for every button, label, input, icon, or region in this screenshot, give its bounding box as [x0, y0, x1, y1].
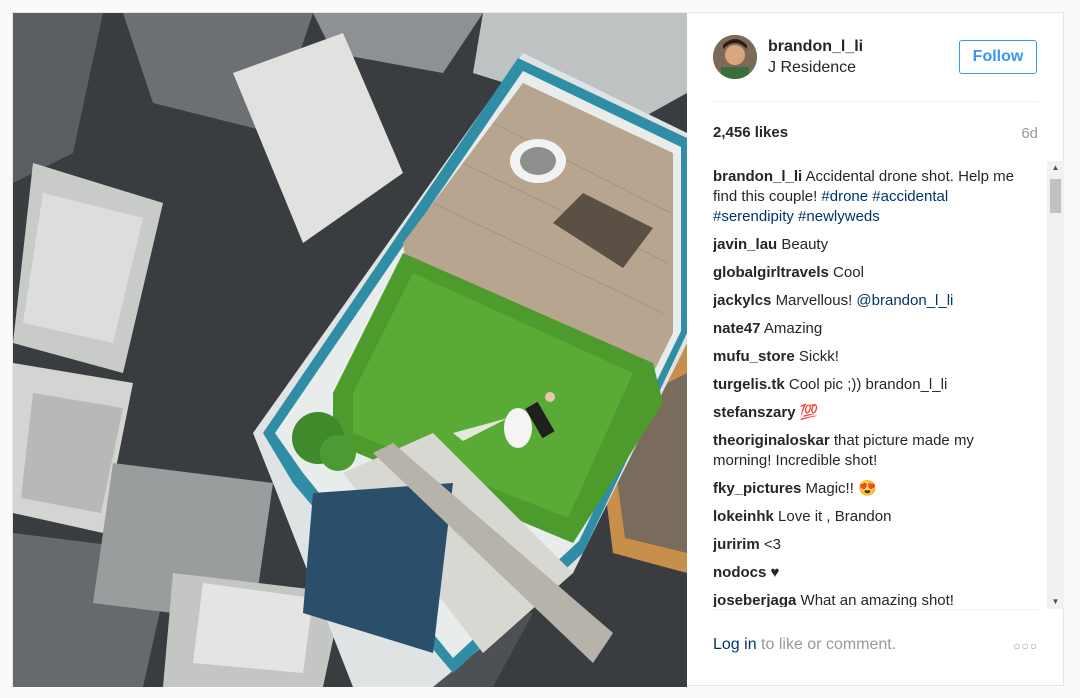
login-link[interactable]: Log in	[713, 636, 757, 653]
comment-text: ♥	[770, 564, 780, 581]
drone-aerial-image	[13, 13, 687, 687]
comment-username[interactable]: mufu_store	[713, 348, 795, 365]
instagram-post: brandon_l_li J Residence Follow 2,456 li…	[12, 12, 1064, 687]
follow-button[interactable]: Follow	[959, 40, 1037, 74]
login-prompt: Log in to like or comment.	[713, 636, 896, 654]
avatar-photo-icon	[713, 35, 757, 79]
comment-item: lokeinhk Love it , Brandon	[713, 507, 1033, 527]
comment-item: stefanszary 💯	[713, 403, 1033, 423]
comment-username[interactable]: nodocs	[713, 564, 766, 581]
post-age[interactable]: 6d	[1021, 125, 1038, 142]
likes-count[interactable]: 2,456 likes	[713, 124, 788, 141]
comment-username[interactable]: juririm	[713, 536, 760, 553]
post-photo[interactable]	[13, 13, 687, 687]
post-sidebar: brandon_l_li J Residence Follow 2,456 li…	[687, 13, 1064, 687]
comment-item: fky_pictures Magic!! 😍	[713, 479, 1033, 499]
comment-text: Cool	[833, 264, 864, 281]
comment-text: What an amazing shot!	[800, 592, 954, 607]
comment-item: juririm <3	[713, 535, 1033, 555]
comment-item: theoriginaloskar that picture made my mo…	[713, 431, 1033, 471]
footer-divider	[713, 609, 1038, 610]
comment-item: jackylcs Marvellous! @brandon_l_li	[713, 291, 1033, 311]
post-username[interactable]: brandon_l_li	[768, 38, 863, 56]
more-options-icon[interactable]: ○○○	[1013, 639, 1038, 653]
comment-item: mufu_store Sickk!	[713, 347, 1033, 367]
scroll-up-arrow-icon[interactable]: ▲	[1047, 161, 1064, 175]
comment-username[interactable]: joseberjaga	[713, 592, 796, 607]
scroll-down-arrow-icon[interactable]: ▼	[1047, 595, 1064, 609]
avatar[interactable]	[713, 35, 757, 79]
comment-text: Amazing	[763, 320, 823, 337]
post-location[interactable]: J Residence	[768, 59, 856, 77]
scrollbar-thumb[interactable]	[1050, 179, 1061, 213]
comment-username[interactable]: jackylcs	[713, 292, 771, 309]
comment-tags[interactable]: @brandon_l_li	[856, 292, 953, 309]
comment-text: Love it , Brandon	[778, 508, 892, 525]
comment-item: javin_lau Beauty	[713, 235, 1033, 255]
comment-item: globalgirltravels Cool	[713, 263, 1033, 283]
comments-list[interactable]: brandon_l_li Accidental drone shot. Help…	[713, 163, 1040, 607]
comment-text: Magic!! 😍	[805, 480, 877, 497]
comment-item: turgelis.tk Cool pic ;)) brandon_l_li	[713, 375, 1033, 395]
comment-username[interactable]: javin_lau	[713, 236, 777, 253]
header-divider	[713, 101, 1038, 102]
comment-text: <3	[763, 536, 781, 553]
comment-username[interactable]: lokeinhk	[713, 508, 774, 525]
comment-text: Marvellous!	[775, 292, 857, 309]
comment-text: 💯	[799, 404, 819, 421]
comment-username[interactable]: globalgirltravels	[713, 264, 829, 281]
comment-item: nodocs ♥	[713, 563, 1033, 583]
login-prompt-text: to like or comment.	[756, 636, 897, 653]
comment-text: Sickk!	[798, 348, 839, 365]
comments-scrollbar[interactable]: ▲ ▼	[1047, 161, 1064, 609]
comment-username[interactable]: brandon_l_li	[713, 168, 802, 185]
comment-username[interactable]: turgelis.tk	[713, 376, 785, 393]
comment-username[interactable]: stefanszary	[713, 404, 796, 421]
comment-item: brandon_l_li Accidental drone shot. Help…	[713, 167, 1033, 227]
comment-item: nate47 Amazing	[713, 319, 1033, 339]
comment-username[interactable]: nate47	[713, 320, 761, 337]
comment-text: Beauty	[781, 236, 829, 253]
comment-username[interactable]: fky_pictures	[713, 480, 801, 497]
comment-text: Cool pic ;)) brandon_l_li	[788, 376, 948, 393]
comment-item: joseberjaga What an amazing shot!	[713, 591, 1033, 607]
comment-username[interactable]: theoriginaloskar	[713, 432, 830, 449]
post-header: brandon_l_li J Residence Follow	[713, 35, 1038, 101]
